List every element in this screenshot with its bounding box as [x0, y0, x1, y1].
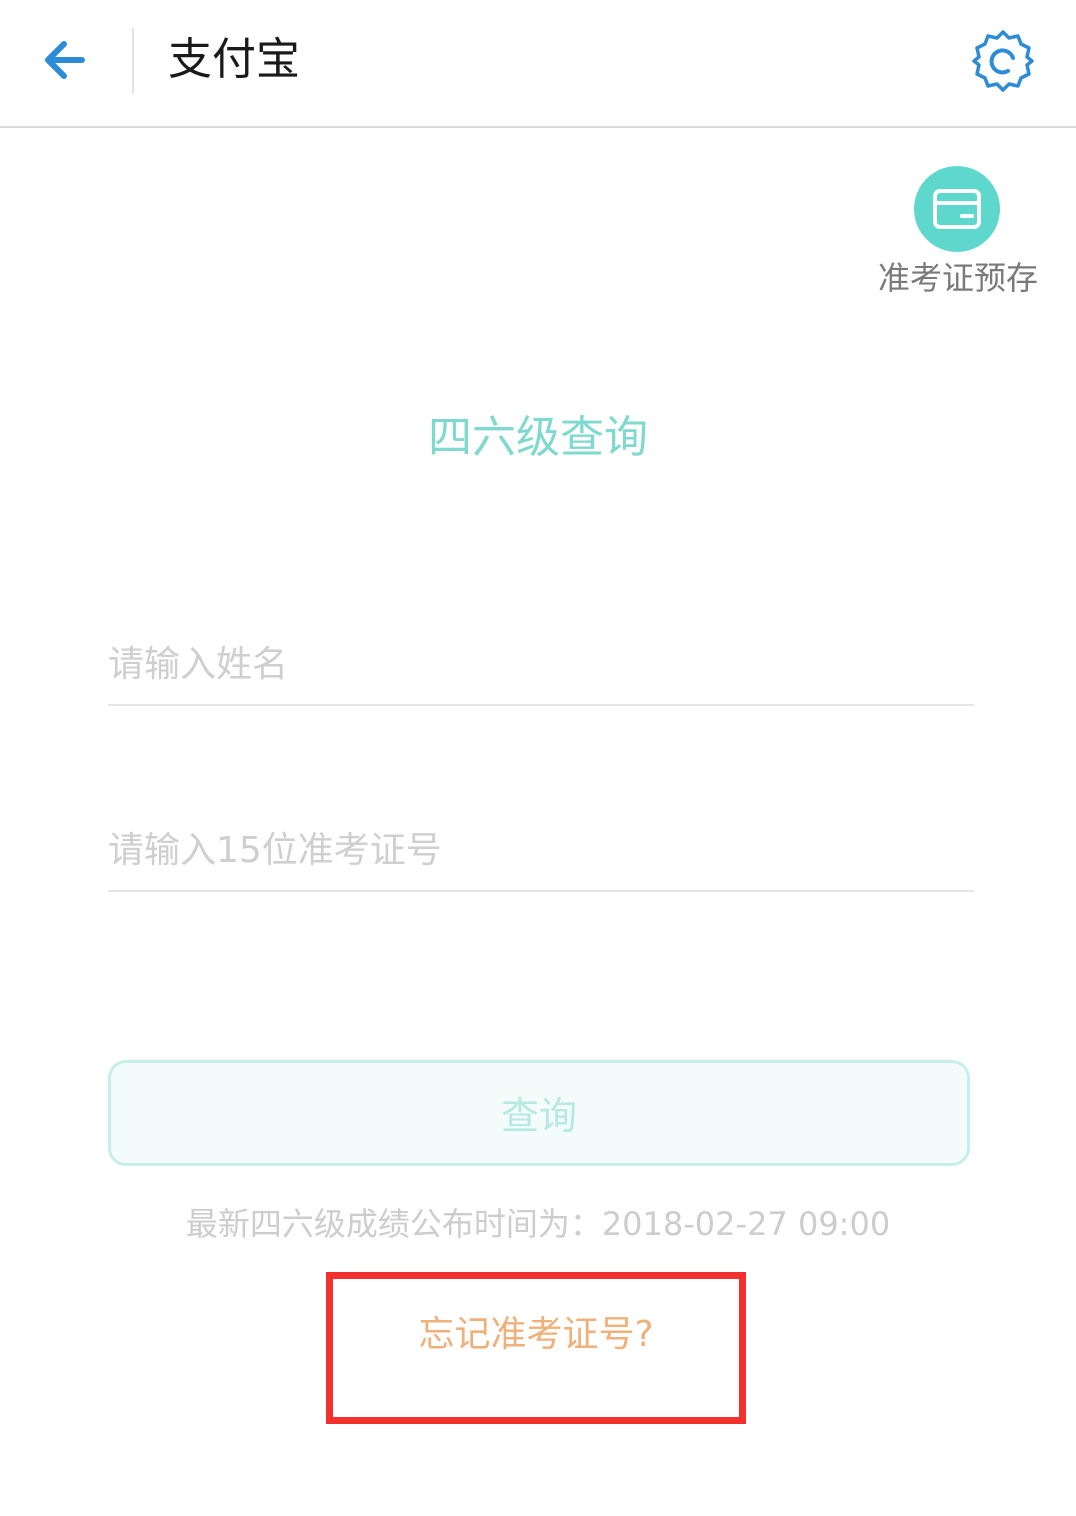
app-header: 支付宝: [0, 0, 1076, 128]
back-arrow-icon: [45, 41, 85, 79]
name-input[interactable]: [108, 634, 968, 694]
release-time-info: 最新四六级成绩公布时间为：2018-02-27 09:00: [185, 1205, 891, 1243]
query-heading: 四六级查询: [428, 412, 648, 463]
ticket-number-input[interactable]: [108, 820, 968, 880]
ticket-prestore-button[interactable]: 准考证预存: [868, 164, 1048, 304]
forgot-ticket-number-link[interactable]: 忘记准考证号?: [333, 1311, 739, 1359]
prestore-icon-circle: [914, 166, 1000, 252]
prestore-label: 准考证预存: [877, 259, 1038, 297]
highlight-box: 忘记准考证号?: [326, 1272, 746, 1424]
back-button[interactable]: [36, 30, 96, 90]
header-divider: [132, 28, 134, 94]
page-title: 支付宝: [168, 34, 300, 85]
query-button[interactable]: 查询: [108, 1060, 970, 1166]
ticket-number-field: [108, 810, 974, 892]
settings-button[interactable]: [968, 26, 1038, 96]
settings-gear-icon: [972, 30, 1034, 92]
name-field: [108, 624, 974, 706]
card-icon: [933, 189, 981, 229]
